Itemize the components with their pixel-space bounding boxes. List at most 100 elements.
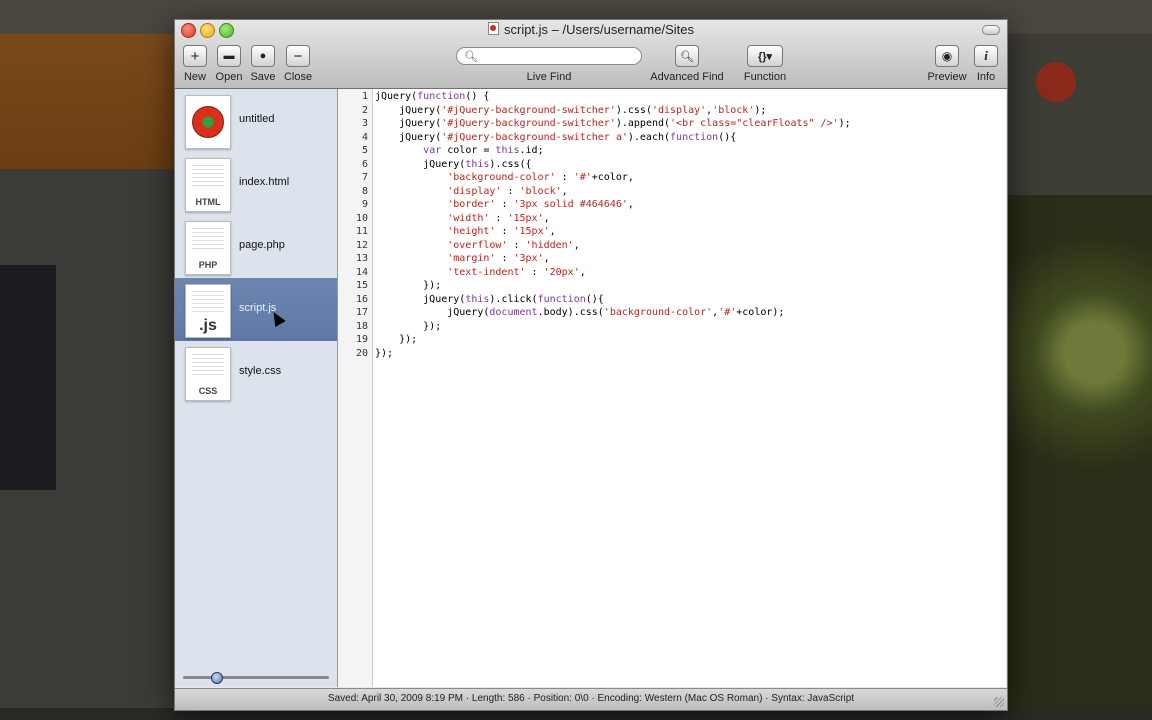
background-wallpaper [1008,195,1152,720]
window-title-text: script.js – /Users/username/Sites [503,22,694,37]
file-ext: HTML [195,197,221,207]
file-ext: CSS [198,386,218,396]
resize-grip-icon[interactable] [994,697,1004,707]
code-line: 'margin' : '3px', [447,253,550,264]
record-icon: ● [259,50,267,62]
line-number: 4 [361,131,368,143]
folder-icon: ▬ [223,50,235,62]
file-item-script-js[interactable]: .js script.js [175,278,337,341]
line-number: 19 [355,334,368,345]
code-line: 'overflow' : 'hidden', [447,239,580,251]
line-number: 14 [355,266,368,278]
line-numbers: 1 2 3 4 5 6 7 8 9 10 11 12 13 14 15 16 17 18 19 20 [338,89,368,360]
file-item-index-html[interactable]: HTML index.html [175,152,337,215]
code-line: jQuery(document.body).css('background-co… [375,307,785,318]
file-name: index.html [239,176,290,188]
code-line: }); [375,280,442,291]
magnifier-icon: 🔍︎ [680,50,694,63]
line-number: 18 [355,320,368,332]
code-text[interactable]: jQuery(function() { jQuery('#jQuery-back… [375,89,851,360]
titlebar: script.js – /Users/username/Sites + New … [175,20,1007,89]
function-popup-button[interactable]: {}▾ [747,45,783,67]
editor-window: script.js – /Users/username/Sites + New … [174,19,1008,711]
code-line: }); [375,320,442,332]
open-label: Open [215,71,243,83]
css-file-icon: CSS [185,347,231,401]
braces-icon: {}▾ [757,50,773,63]
html-file-icon: HTML [185,158,231,212]
save-button[interactable]: ● [251,45,275,67]
file-name: style.css [239,365,282,377]
code-line: }); [375,347,394,359]
php-file-icon: PHP [185,221,231,275]
minus-icon: − [293,47,303,65]
advanced-find-label: Advanced Find [650,71,724,83]
preview-button[interactable]: ◉ [935,45,959,67]
open-button[interactable]: ▬ [217,45,241,67]
new-label: New [183,71,206,83]
file-name: untitled [239,113,275,125]
line-number: 11 [355,226,368,237]
line-number: 16 [355,293,368,305]
save-label: Save [250,71,276,83]
toolbar-toggle-button[interactable] [982,25,1000,35]
line-number: 1 [361,91,368,102]
thumbnail-size-slider[interactable] [183,672,329,684]
preview-label: Preview [927,71,967,83]
info-icon: i [984,48,988,63]
line-number: 10 [355,212,368,224]
document-drawer: untitled HTML index.html PHP page.php .j… [175,89,338,687]
background-dark-panel [0,265,56,490]
file-name: page.php [239,239,285,251]
code-line: 'width' : '15px', [447,212,550,224]
eye-icon: ◉ [941,49,953,63]
slider-knob[interactable] [211,672,223,684]
file-item-style-css[interactable]: CSS style.css [175,341,337,404]
line-number: 5 [361,145,368,156]
code-line: jQuery(this).click(function(){ [375,293,604,305]
close-button[interactable]: − [286,45,310,67]
window-title: script.js – /Users/username/Sites [175,22,1007,37]
code-line: jQuery(function() { [375,91,490,102]
file-ext: PHP [198,260,218,270]
function-label: Function [743,71,787,83]
line-number: 3 [361,118,368,129]
code-line: 'background-color' : '#'+color, [447,172,634,183]
file-preview-lines [192,291,224,313]
line-number: 15 [355,280,368,291]
line-number: 9 [361,199,368,210]
line-number: 20 [355,347,368,359]
close-label: Close [283,71,313,83]
info-button[interactable]: i [974,45,998,67]
code-editor[interactable]: jQuery(function() { jQuery('#jQuery-back… [373,89,1006,687]
status-text: Saved: April 30, 2009 8:19 PM · Length: … [327,693,855,704]
line-number: 6 [361,158,368,170]
file-item-untitled[interactable]: untitled [175,89,337,152]
new-button[interactable]: + [183,45,207,67]
file-ext: .js [199,317,217,334]
line-number: 12 [355,239,368,251]
document-icon [487,22,499,35]
code-line: }); [375,334,418,345]
background-tomato-icon [1036,62,1076,102]
advanced-find-button[interactable]: 🔍︎ [675,45,699,67]
line-number: 8 [361,185,368,197]
code-line: 'text-indent' : '20px', [447,266,586,278]
info-label: Info [976,71,996,83]
code-line: jQuery('#jQuery-background-switcher a').… [375,131,737,143]
live-find-input[interactable]: 🔍︎ [456,47,642,65]
tomato-logo-icon [192,106,224,138]
file-item-page-php[interactable]: PHP page.php [175,215,337,278]
js-file-icon: .js [185,284,231,338]
file-preview-lines [192,165,224,187]
code-line: jQuery('#jQuery-background-switcher').cs… [375,104,767,116]
tomato-icon [185,95,231,149]
code-line: 'height' : '15px', [447,226,556,237]
file-preview-lines [192,228,224,250]
search-icon: 🔍︎ [464,51,478,63]
line-number-gutter: 1 2 3 4 5 6 7 8 9 10 11 12 13 14 15 16 17 18 19 20 [338,89,373,687]
code-line: jQuery(this).css({ [375,158,532,170]
line-number: 2 [361,104,368,116]
code-line: jQuery('#jQuery-background-switcher').ap… [375,118,851,129]
line-number: 13 [355,253,368,264]
